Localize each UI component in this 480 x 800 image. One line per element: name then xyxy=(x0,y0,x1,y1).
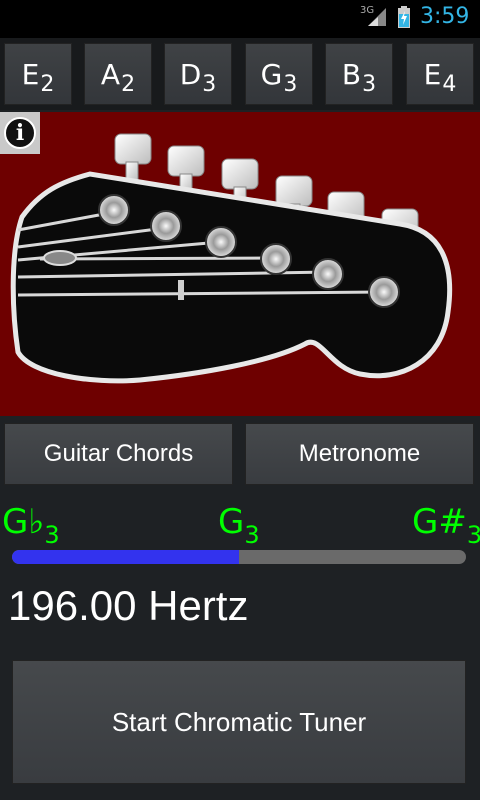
string-note: D xyxy=(179,57,202,91)
string-note: E xyxy=(21,57,40,91)
string-note: B xyxy=(341,57,362,91)
string-button-g3[interactable]: G3 xyxy=(245,43,313,105)
string-octave: 3 xyxy=(362,71,377,97)
headstock-panel: i xyxy=(0,112,480,416)
frequency-readout: 196.00 Hertz xyxy=(8,582,249,629)
string-note: G xyxy=(260,57,283,91)
guitar-headstock-image xyxy=(10,133,453,384)
string-note: A xyxy=(100,57,121,91)
tuning-meter-fill xyxy=(12,550,239,564)
string-octave: 2 xyxy=(121,71,136,97)
string-button-e4[interactable]: E4 xyxy=(406,43,474,105)
string-button-b3[interactable]: B3 xyxy=(325,43,393,105)
string-octave: 3 xyxy=(283,71,298,97)
note-indicator-row: G♭3 G3 G#3 xyxy=(0,500,480,552)
string-button-e2[interactable]: E2 xyxy=(4,43,72,105)
flat-note-label: G♭3 xyxy=(2,502,60,549)
battery-charging-icon xyxy=(398,6,410,28)
string-octave: 4 xyxy=(442,71,457,97)
tuning-meter xyxy=(12,550,466,564)
string-octave: 2 xyxy=(40,71,55,97)
string-selector: E2 A2 D3 G3 B3 E4 xyxy=(0,38,480,110)
string-octave: 3 xyxy=(202,71,217,97)
start-chromatic-tuner-button[interactable]: Start Chromatic Tuner xyxy=(12,660,466,784)
sharp-note-label: G#3 xyxy=(412,502,480,549)
metronome-button[interactable]: Metronome xyxy=(245,423,474,485)
action-buttons: Guitar Chords Metronome xyxy=(0,418,480,490)
clock: 3:59 xyxy=(420,4,470,29)
string-button-a2[interactable]: A2 xyxy=(84,43,152,105)
guitar-chords-button[interactable]: Guitar Chords xyxy=(4,423,233,485)
status-bar: 3G 3:59 xyxy=(0,0,480,38)
string-note: E xyxy=(423,57,442,91)
center-note-label: G3 xyxy=(218,502,260,549)
info-icon[interactable]: i xyxy=(0,112,40,154)
signal-icon xyxy=(368,8,386,26)
string-button-d3[interactable]: D3 xyxy=(164,43,232,105)
